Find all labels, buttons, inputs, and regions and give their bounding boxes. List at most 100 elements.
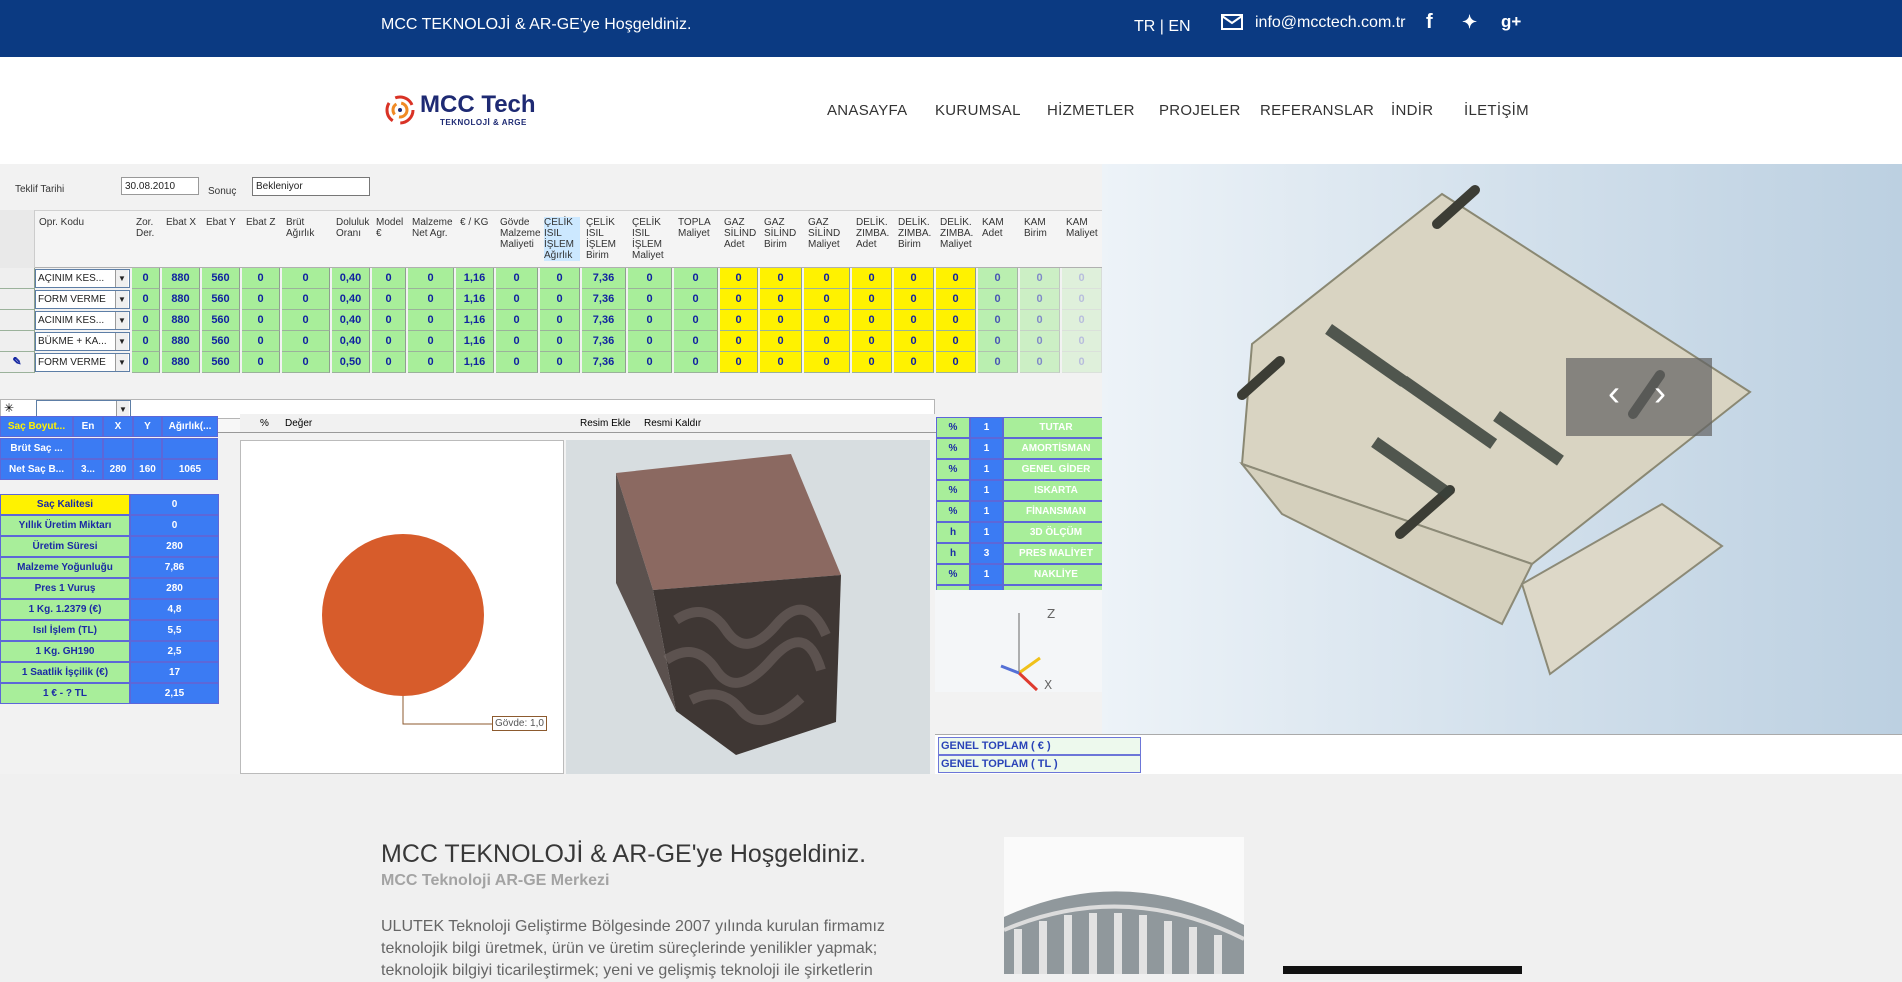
parameter-value[interactable]: 280 [130,536,219,557]
cost-item-value[interactable]: 3 [970,543,1003,564]
cost-item-value[interactable]: 1 [970,459,1003,480]
cost-cell[interactable]: 0 [282,352,330,373]
cost-cell[interactable]: 0 [852,289,892,310]
cost-cell[interactable]: 0 [372,331,406,352]
slider-controls[interactable]: ‹ › [1566,358,1712,436]
sheet-size-cell[interactable]: Brüt Saç ... [0,438,73,459]
cost-cell[interactable]: 0 [496,331,538,352]
column-header[interactable]: GAZ SİLİND Birim [764,217,802,250]
cost-cell[interactable]: 0 [804,352,850,373]
cost-cell[interactable]: 0,40 [332,310,370,331]
cost-cell[interactable]: 0,50 [332,352,370,373]
facebook-icon[interactable]: f [1426,11,1433,34]
cost-cell[interactable]: 0 [1062,289,1102,310]
next-slide-icon[interactable]: › [1654,373,1666,413]
cost-cell[interactable]: 0 [936,352,976,373]
twitter-icon[interactable]: ✦ [1462,12,1477,33]
cost-cell[interactable]: 0 [674,289,718,310]
cost-cell[interactable]: 0 [1062,352,1102,373]
cost-cell[interactable]: 0 [132,289,160,310]
nav-item-home[interactable]: ANASAYFA [827,102,907,119]
cost-cell[interactable]: 0 [1062,268,1102,289]
cost-cell[interactable]: 0 [628,289,672,310]
cost-cell[interactable]: 0 [894,352,934,373]
cost-cell[interactable]: 0 [674,268,718,289]
parameter-value[interactable]: 4,8 [130,599,219,620]
cost-cell[interactable]: 0 [132,352,160,373]
cost-cell[interactable]: 0 [496,310,538,331]
result-select[interactable]: Bekleniyor [252,177,370,196]
cost-cell[interactable]: 7,36 [582,352,626,373]
operation-code-select[interactable]: BÜKME + KA... [35,332,130,351]
cost-cell[interactable]: 0 [1020,268,1060,289]
sheet-size-cell[interactable] [103,438,133,459]
column-header[interactable]: Gövde Malzeme Maliyeti [500,217,541,250]
percent-button[interactable]: % [260,418,269,429]
parameter-value[interactable]: 0 [130,515,219,536]
cost-cell[interactable]: 1,16 [456,268,494,289]
cost-cell[interactable]: 0 [540,310,580,331]
cost-cell[interactable]: 0 [408,331,454,352]
cost-cell[interactable]: 0 [760,268,802,289]
quote-date-field[interactable]: 30.08.2010 [121,177,199,195]
cost-cell[interactable]: 0 [936,331,976,352]
cost-cell[interactable]: 0 [674,310,718,331]
cost-cell[interactable]: 0 [372,268,406,289]
column-header[interactable]: KAM Adet [982,217,1018,239]
cost-cell[interactable]: 0 [804,310,850,331]
cost-item-value[interactable]: 1 [970,564,1003,585]
cost-cell[interactable]: 0 [496,289,538,310]
cost-cell[interactable]: 0 [760,289,802,310]
add-image-button[interactable]: Resim Ekle [580,418,631,429]
cost-cell[interactable]: 0 [852,310,892,331]
operation-code-select[interactable]: ACINIM KES... [35,311,130,330]
cost-cell[interactable]: 0 [496,268,538,289]
nav-item-references[interactable]: REFERANSLAR [1260,102,1374,119]
cost-cell[interactable]: 0 [1020,352,1060,373]
cost-cell[interactable]: 0 [894,268,934,289]
remove-image-button[interactable]: Resmi Kaldır [644,418,701,429]
cost-cell[interactable]: 880 [162,352,200,373]
previous-slide-icon[interactable]: ‹ [1608,373,1620,413]
cost-cell[interactable]: 0 [804,289,850,310]
column-header[interactable]: € / KG [460,217,494,228]
cost-cell[interactable]: 0 [282,331,330,352]
nav-item-corporate[interactable]: KURUMSAL [935,102,1021,119]
parameter-value[interactable]: 280 [130,578,219,599]
cost-cell[interactable]: 0 [674,331,718,352]
cost-cell[interactable]: 0 [674,352,718,373]
cost-cell[interactable]: 0 [242,331,280,352]
value-button[interactable]: Değer [285,418,312,429]
cost-cell[interactable]: 0 [804,331,850,352]
cost-cell[interactable]: 0 [282,268,330,289]
nav-item-services[interactable]: HİZMETLER [1047,102,1135,119]
cost-item-value[interactable]: 1 [970,501,1003,522]
sheet-size-cell[interactable] [73,438,103,459]
column-header[interactable]: ÇELİK ISIL İŞLEM Maliyet [632,217,672,261]
cost-cell[interactable]: 0 [242,310,280,331]
operation-code-select[interactable]: AÇINIM KES... [35,269,130,288]
operation-code-select[interactable]: FORM VERME [35,290,130,309]
parameter-value[interactable]: 2,15 [130,683,219,704]
cost-cell[interactable]: 0 [628,268,672,289]
column-header[interactable]: GAZ SİLİND Maliyet [808,217,850,250]
cost-cell[interactable]: 7,36 [582,268,626,289]
cost-cell[interactable]: 0 [760,331,802,352]
cost-cell[interactable]: 0 [760,310,802,331]
cost-cell[interactable]: 0 [978,310,1018,331]
cost-cell[interactable]: 0 [628,352,672,373]
cost-cell[interactable]: 0 [720,310,758,331]
nav-item-contact[interactable]: İLETİŞİM [1464,102,1529,119]
cost-cell[interactable]: 0 [408,310,454,331]
cost-cell[interactable]: 0 [894,331,934,352]
parameter-value[interactable]: 7,86 [130,557,219,578]
cost-cell[interactable]: 0,40 [332,268,370,289]
cost-cell[interactable]: 0 [540,289,580,310]
cost-cell[interactable]: 0 [852,352,892,373]
cost-cell[interactable]: 0 [408,289,454,310]
cost-cell[interactable]: 0 [242,268,280,289]
cost-cell[interactable]: 0 [720,268,758,289]
column-header[interactable]: Opr. Kodu [39,217,130,228]
cost-cell[interactable]: 0 [936,289,976,310]
cost-cell[interactable]: 0 [720,352,758,373]
